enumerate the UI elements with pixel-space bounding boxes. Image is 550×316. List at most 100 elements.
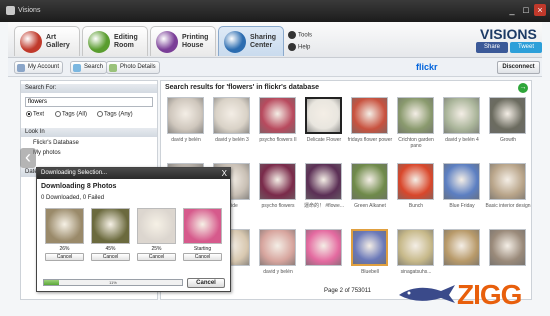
download-thumbnail — [91, 208, 130, 244]
result-caption: psycho flowers — [261, 203, 295, 209]
art-gallery-icon — [20, 31, 42, 53]
result-thumbnail[interactable] — [351, 229, 388, 266]
result-thumbnail[interactable] — [167, 97, 204, 134]
result-thumbnail[interactable] — [443, 163, 480, 200]
sharing-center-icon — [224, 31, 246, 53]
result-thumbnail[interactable] — [259, 229, 296, 266]
account-icon — [17, 64, 25, 72]
download-item: 25% Cancel — [137, 208, 176, 261]
tab-label: Art — [46, 34, 57, 41]
printing-house-icon — [156, 31, 178, 53]
result-thumbnail[interactable] — [305, 163, 342, 200]
result-thumbnail[interactable] — [489, 229, 526, 266]
tab-label: Sharing — [250, 34, 277, 41]
tab-sharing-center[interactable]: Sharing Center — [218, 26, 284, 56]
result-thumbnail[interactable] — [489, 163, 526, 200]
minimize-button[interactable]: _ — [506, 4, 518, 16]
download-item: 26% Cancel — [45, 208, 84, 261]
look-in-header[interactable]: Look In — [21, 128, 157, 137]
result-thumbnail[interactable] — [259, 97, 296, 134]
photo-details-icon — [109, 64, 117, 72]
dialog-title: Downloading Selection... — [37, 168, 230, 179]
search-icon — [73, 64, 81, 72]
look-in-my-photos[interactable]: My photos — [33, 150, 61, 156]
result-caption: Delicate Flower — [306, 137, 342, 143]
radio-tags-all[interactable]: Tags (All) — [55, 111, 87, 118]
radio-text-label: Text — [33, 111, 45, 118]
radio-text[interactable]: Text — [26, 111, 44, 118]
close-button[interactable]: × — [534, 4, 546, 16]
tools-label: Tools — [298, 32, 313, 39]
refresh-icon[interactable]: → — [518, 83, 528, 93]
photo-details-label: Photo Details — [120, 64, 156, 70]
download-progress-text: 45% — [105, 246, 116, 252]
result-caption: psycho flowers II — [259, 137, 297, 143]
dialog-close-icon[interactable]: X — [222, 168, 227, 179]
search-for-header: Search For: — [21, 84, 157, 93]
download-status: 0 Downloaded, 0 Failed — [41, 195, 105, 201]
result-caption: fridays flower power — [347, 137, 393, 143]
result-thumbnail[interactable] — [213, 97, 250, 134]
help-menu[interactable]: Help — [288, 43, 310, 51]
download-cancel-button[interactable]: Cancel — [183, 253, 222, 261]
download-dialog: Downloading Selection... X Downloading 8… — [36, 167, 231, 292]
previous-page-arrow[interactable]: ‹ — [20, 148, 36, 168]
result-thumbnail[interactable] — [259, 163, 296, 200]
window-title: Visions — [18, 7, 41, 14]
tools-menu[interactable]: Tools — [288, 31, 312, 39]
result-caption: Bunch — [408, 203, 424, 209]
result-caption: 運命的！ #flowe... — [303, 203, 344, 209]
search-button[interactable]: Search — [70, 61, 108, 74]
result-thumbnail[interactable] — [489, 97, 526, 134]
result-caption: Basic interior design — [485, 203, 531, 209]
tab-editing-room[interactable]: Editing Room — [82, 26, 148, 56]
overall-progress-label: 11% — [109, 280, 117, 285]
radio-tags-any-label: Tags (Any) — [104, 111, 133, 118]
photo-details-button[interactable]: Photo Details — [106, 61, 160, 74]
result-thumbnail[interactable] — [397, 97, 434, 134]
result-caption: david y belén 3 — [215, 137, 249, 143]
tab-label: Center — [250, 42, 273, 49]
facebook-share-button[interactable]: Share — [476, 42, 508, 53]
result-thumbnail[interactable] — [397, 163, 434, 200]
tab-art-gallery[interactable]: Art Gallery — [14, 26, 80, 56]
my-account-label: My Account — [28, 64, 60, 70]
shark-logo-icon — [399, 285, 455, 303]
radio-tags-any[interactable]: Tags (Any) — [97, 111, 133, 118]
result-caption: Blue Friday — [449, 203, 475, 209]
editing-room-icon — [88, 31, 110, 53]
tab-label: Printing — [182, 34, 209, 41]
result-thumbnail[interactable] — [305, 97, 342, 134]
search-input[interactable]: flowers — [25, 97, 153, 107]
maximize-button[interactable]: □ — [520, 4, 532, 16]
look-in-flickr-database[interactable]: Flickr's Database — [33, 140, 79, 146]
dialog-cancel-button[interactable]: Cancel — [187, 278, 225, 288]
main-ribbon: Art Gallery Editing Room Printing House Sha… — [8, 22, 542, 58]
radio-icon — [55, 111, 61, 117]
result-thumbnail[interactable] — [397, 229, 434, 266]
my-account-button[interactable]: My Account — [14, 61, 64, 74]
flickr-service-label: flickr — [416, 62, 438, 72]
download-cancel-button[interactable]: Cancel — [91, 253, 130, 261]
result-thumbnail[interactable] — [351, 163, 388, 200]
page-indicator: Page 2 of 753011 — [324, 288, 371, 294]
tab-printing-house[interactable]: Printing House — [150, 26, 216, 56]
visions-logo: VISIONS — [480, 26, 537, 42]
tweet-label: Tweet — [517, 44, 534, 50]
download-cancel-button[interactable]: Cancel — [137, 253, 176, 261]
result-thumbnail[interactable] — [443, 97, 480, 134]
overall-progress-bar: 11% — [43, 279, 183, 286]
result-caption: Growth — [499, 137, 517, 143]
download-cancel-button[interactable]: Cancel — [45, 253, 84, 261]
tab-label: Editing — [114, 34, 138, 41]
result-thumbnail[interactable] — [305, 229, 342, 266]
twitter-tweet-button[interactable]: Tweet — [510, 42, 542, 53]
disconnect-button[interactable]: Disconnect — [497, 61, 540, 74]
help-label: Help — [298, 44, 311, 51]
zigg-watermark: ZIGG — [395, 273, 545, 313]
result-thumbnail[interactable] — [443, 229, 480, 266]
download-item: 45% Cancel — [91, 208, 130, 261]
radio-selected-icon — [26, 111, 32, 117]
result-thumbnail[interactable] — [351, 97, 388, 134]
download-item: Starting Cancel — [183, 208, 222, 261]
